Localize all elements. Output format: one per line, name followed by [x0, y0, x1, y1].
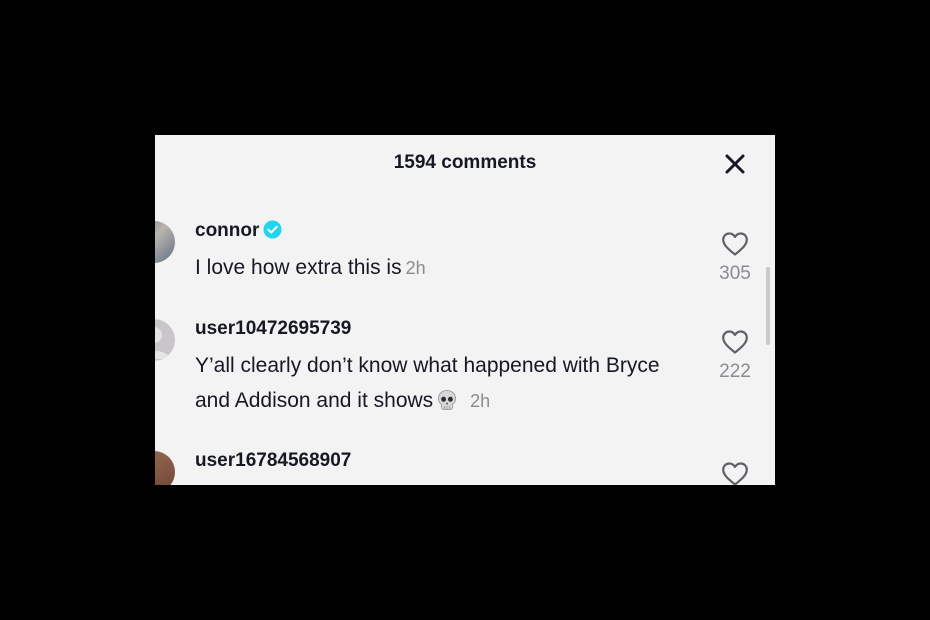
- close-button[interactable]: [722, 151, 748, 177]
- comment-text: Y’all clearly don’t know what happened w…: [195, 348, 685, 419]
- like-button[interactable]: [705, 461, 765, 485]
- comment-body: I love how extra this is: [195, 256, 402, 279]
- comment-username[interactable]: user10472695739: [195, 318, 351, 340]
- default-avatar-icon: [155, 327, 170, 359]
- comment-time: 2h: [405, 258, 426, 278]
- close-icon: [725, 154, 745, 174]
- video-frame: 1594 comments connor I love how extra th…: [0, 0, 930, 620]
- comment-time: 2h: [470, 391, 491, 411]
- like-button[interactable]: 222: [705, 329, 765, 383]
- comments-count-title: 1594 comments: [393, 152, 537, 173]
- heart-icon: [722, 330, 748, 354]
- like-button[interactable]: 305: [705, 231, 765, 285]
- like-count: 305: [719, 263, 751, 284]
- avatar[interactable]: [155, 221, 175, 263]
- comments-header: 1594 comments: [155, 135, 775, 193]
- comment-body: Y’all clearly don’t know what happened w…: [195, 354, 660, 412]
- username-text: connor: [195, 220, 260, 241]
- comment-username[interactable]: connor: [195, 220, 282, 242]
- scrollbar[interactable]: [766, 267, 770, 345]
- avatar[interactable]: [155, 451, 175, 485]
- verified-badge-icon: [263, 220, 282, 239]
- comments-panel: 1594 comments connor I love how extra th…: [155, 135, 775, 485]
- skull-emoji-icon: [438, 390, 457, 410]
- comment-text: I love how extra this is 2h: [195, 250, 685, 286]
- heart-icon: [722, 232, 748, 256]
- heart-icon: [722, 462, 748, 485]
- comment-username[interactable]: user16784568907: [195, 450, 351, 472]
- avatar[interactable]: [155, 319, 175, 361]
- like-count: 222: [719, 361, 751, 382]
